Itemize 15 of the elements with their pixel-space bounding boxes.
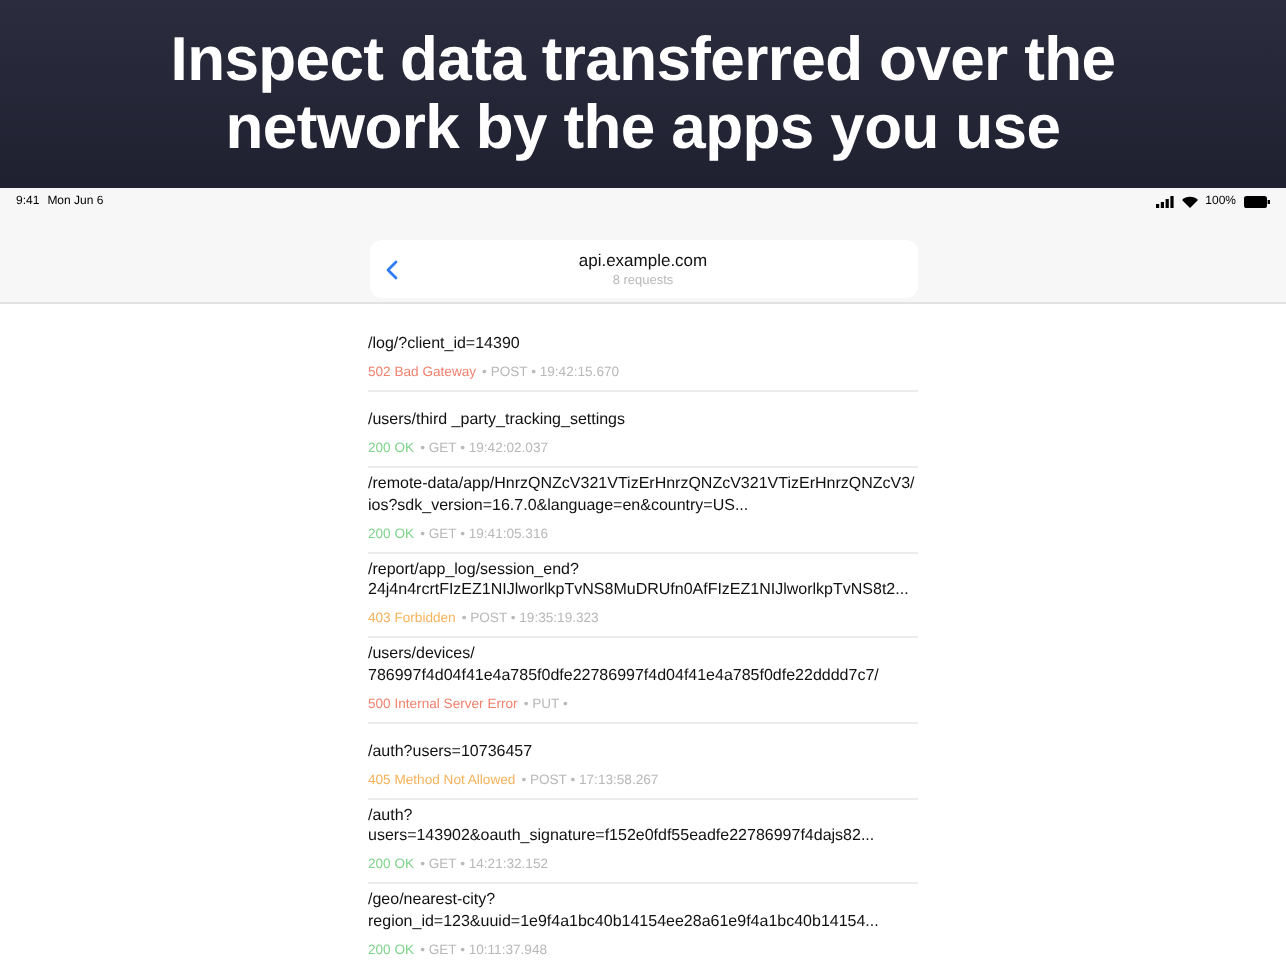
request-path: /log/?client_id=14390 bbox=[368, 334, 520, 355]
battery-icon bbox=[1244, 196, 1270, 208]
wifi-icon bbox=[1181, 196, 1198, 208]
signal-icon bbox=[1155, 196, 1174, 208]
request-path: /auth?users=10736457 bbox=[368, 741, 533, 762]
request-path: /geo/nearest-city? region_id=123&uuid=1e9f4a1bc40b14154ee28a61e9f4a1bc40b14154... bbox=[368, 890, 879, 932]
request-path: /remote-data/app/HnrzQNZcV321VTizErHnrzQNZcV321VTizErHnrzQNZcV3/ ios?sdk_version=16.7.0&language=en&country=US... bbox=[368, 474, 915, 516]
back-chevron-icon bbox=[385, 260, 397, 280]
back-button[interactable] bbox=[381, 256, 401, 284]
request-path: /users/third _party_tracking_settings bbox=[368, 410, 626, 431]
headline: Inspect data transferred over the network by the apps you use bbox=[168, 26, 1118, 162]
nav-title: api.example.com bbox=[578, 250, 708, 270]
request-path: /report/app_log/session_end? 24j4n4rcrtFIzEZ1NIJlworlkpTvNS8MuDRUfn0AfFIzEZ1NIJlworlkpTvNS8t2... bbox=[368, 559, 909, 601]
request-path: /auth? users=143902&oauth_signature=f152e0fdf55eadfe22786997f4dajs82... bbox=[368, 805, 875, 847]
request-path: /users/devices/ 786997f4d04f41e4a785f0dfe22786997f4d04f41e4a785f0dfe22dddd7c7/ bbox=[368, 644, 879, 686]
